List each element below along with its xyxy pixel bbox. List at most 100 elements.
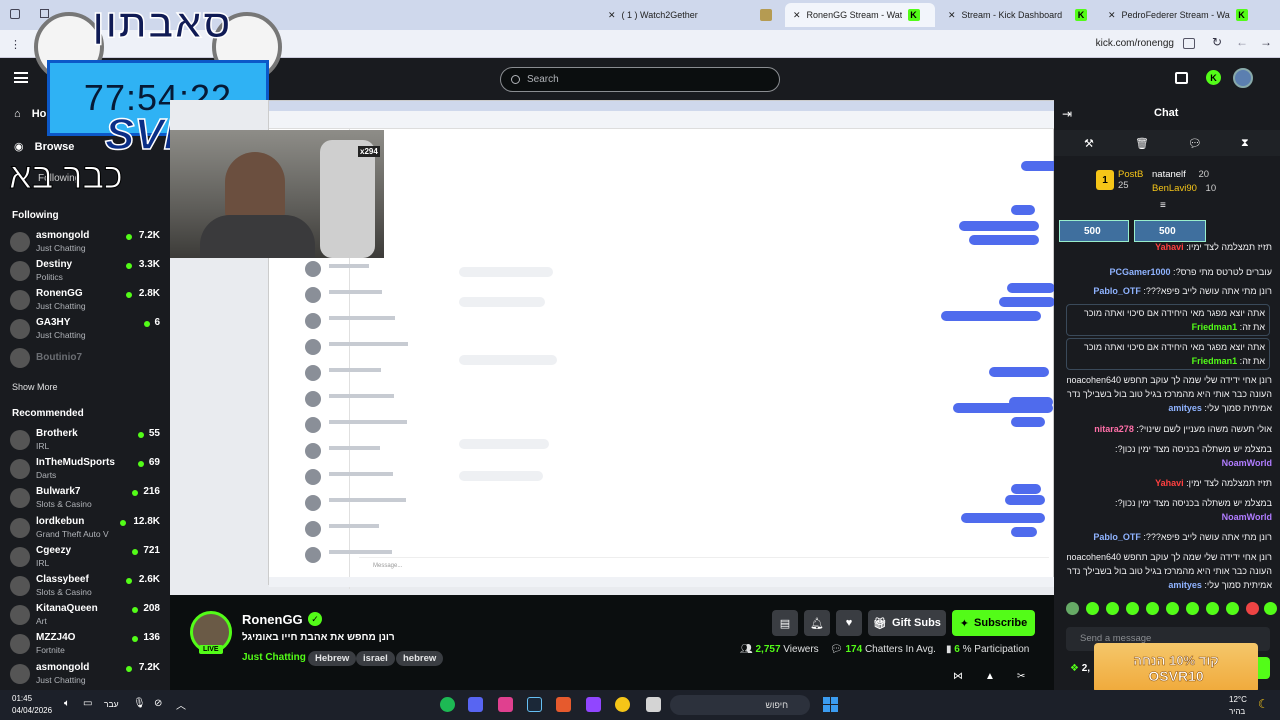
emote-icon[interactable] bbox=[1126, 602, 1139, 615]
gift-pin-1[interactable]: 500 bbox=[1059, 220, 1129, 242]
following-item[interactable]: asmongold Just Chatting 7.2K bbox=[10, 228, 162, 258]
expand-leaders-icon[interactable]: ≡ bbox=[1160, 200, 1166, 211]
discord-icon[interactable] bbox=[468, 697, 483, 712]
steam-icon[interactable] bbox=[527, 697, 542, 712]
follow-heart-button[interactable]: ♥ bbox=[836, 610, 862, 636]
tray-expand-icon[interactable]: ︿ bbox=[176, 697, 186, 712]
url-text[interactable]: kick.com/ronengg bbox=[1096, 38, 1174, 49]
recommended-item[interactable]: InTheMudSports Darts 69 bbox=[10, 455, 162, 485]
subscribe-button[interactable]: ✦ Subscribe bbox=[952, 610, 1035, 636]
trash-icon[interactable]: 🗑︎ bbox=[1135, 137, 1149, 150]
windows-start-icon[interactable] bbox=[823, 697, 838, 712]
reload-icon[interactable]: ↻ bbox=[1212, 35, 1222, 49]
recommended-item[interactable]: asmongold Just Chatting 7.2K bbox=[10, 660, 162, 690]
theatre-mode-button[interactable]: ▤ bbox=[772, 610, 798, 636]
volume-icon[interactable]: 🔈︎ bbox=[64, 698, 70, 709]
chat-username[interactable]: Yahavi bbox=[1155, 242, 1184, 250]
browse-link[interactable]: ◉ Browse bbox=[14, 140, 74, 153]
chat-username[interactable]: Friedman1 bbox=[1192, 322, 1238, 332]
collapse-chat-icon[interactable]: ⇥ bbox=[1062, 107, 1072, 121]
tab-kick-dashboard[interactable]: ✕ Stream - Kick Dashboard K bbox=[940, 3, 1095, 27]
tag-hebrew[interactable]: Hebrew bbox=[308, 651, 357, 666]
forward-icon[interactable]: → bbox=[1260, 35, 1272, 49]
menu-icon[interactable]: ⋮ bbox=[10, 38, 21, 51]
back-icon[interactable]: ← bbox=[1236, 35, 1248, 49]
recommended-item[interactable]: lordkebun Grand Theft Auto V 12.8K bbox=[10, 514, 162, 544]
close-icon[interactable]: ✕ bbox=[608, 10, 616, 21]
chat-message[interactable]: אתה יוצא מפגר מאי היחידה אם סיכוי ואתה מ… bbox=[1066, 304, 1270, 336]
category-link[interactable]: Just Chatting bbox=[242, 652, 306, 663]
gift-pin-2[interactable]: 500 bbox=[1134, 220, 1206, 242]
chat-message[interactable]: רונן אחי ידידה שלי שמה לך עוקב תחפש noac… bbox=[1066, 373, 1272, 419]
user-avatar[interactable] bbox=[1233, 68, 1253, 88]
following-item[interactable]: Destiny Politics 3.3K bbox=[10, 257, 162, 287]
channel-name[interactable]: RonenGG bbox=[242, 612, 303, 627]
chat-username[interactable]: NoamWorld bbox=[1222, 512, 1272, 522]
spotify-icon[interactable] bbox=[440, 697, 455, 712]
notification-bell-button[interactable]: 🔔︎ bbox=[804, 610, 830, 636]
recommended-item[interactable]: KitanaQueen Art 208 bbox=[10, 601, 162, 631]
search-box[interactable]: חיפוש bbox=[670, 695, 810, 715]
gift-subs-button[interactable]: 🎁︎ Gift Subs bbox=[868, 610, 946, 636]
emote-icon[interactable] bbox=[1166, 602, 1179, 615]
report-icon[interactable]: ▲ bbox=[985, 671, 995, 682]
hamburger-menu-icon[interactable] bbox=[14, 72, 28, 83]
following-item[interactable]: Boutinio7 bbox=[10, 344, 162, 374]
hammer-icon[interactable]: ⚒ bbox=[1084, 137, 1094, 150]
file-explorer-icon[interactable] bbox=[646, 697, 661, 712]
recommended-item[interactable]: Cgeezy IRL 721 bbox=[10, 543, 162, 573]
share-icon[interactable]: ⋈ bbox=[953, 671, 963, 682]
recommended-item[interactable]: Brotherk IRL 55 bbox=[10, 426, 162, 456]
tab-actions-icon[interactable] bbox=[40, 9, 49, 18]
clip-icon[interactable]: ✂ bbox=[1017, 671, 1025, 682]
chat-username[interactable]: Friedman1 bbox=[1192, 356, 1238, 366]
tag-israel[interactable]: israel bbox=[356, 651, 395, 666]
video-player[interactable]: Message... x294 bbox=[170, 100, 1081, 595]
wifi-icon[interactable]: ▭ bbox=[83, 698, 92, 709]
chat-message[interactable]: אולי תעשה משהו מעניין לשם שינוי?: nitara… bbox=[1066, 422, 1272, 436]
app-pink-icon[interactable] bbox=[498, 697, 513, 712]
chat-username[interactable]: Pablo_OTF bbox=[1093, 286, 1141, 296]
recommended-item[interactable]: Bulwark7 Slots & Casino 216 bbox=[10, 484, 162, 514]
emote-icon[interactable] bbox=[1106, 602, 1119, 615]
kick-k-icon[interactable]: K bbox=[1206, 70, 1221, 85]
tab-watch2gether[interactable]: ✕ ( 1 ) Watch2Gether bbox=[600, 3, 780, 27]
emote-icon[interactable] bbox=[1264, 602, 1277, 615]
chat-message[interactable]: תזיז תמצלמה לצד ימין: Yahavi bbox=[1066, 240, 1272, 250]
chat-message[interactable]: תזיז תמצלמה לצד ימין: Yahavi bbox=[1066, 476, 1272, 490]
chat-message[interactable]: במצלמ יש משתלה בכניסה מצד ימין נכון?: No… bbox=[1066, 496, 1272, 524]
slow-mode-icon[interactable]: ⧗ bbox=[1241, 137, 1249, 150]
following-item[interactable]: GA3HY Just Chatting 6 bbox=[10, 315, 162, 345]
chrome-icon[interactable] bbox=[615, 697, 630, 712]
chat-message[interactable]: רונן אחי ידידה שלי שמה לך עוקב תחפש noac… bbox=[1066, 550, 1272, 596]
tab-search-icon[interactable] bbox=[1183, 38, 1195, 49]
following-item[interactable]: RonenGG Just Chatting 2.8K bbox=[10, 286, 162, 316]
chat-mode-icon[interactable]: 💬︎ bbox=[1188, 137, 1202, 150]
tag-hebrew-lower[interactable]: hebrew bbox=[396, 651, 444, 666]
chat-message[interactable]: רונן מתי אתה עושה לייב פיפא???: Pablo_OT… bbox=[1066, 530, 1272, 544]
mic-icon[interactable]: 🎙︎ bbox=[133, 698, 146, 709]
close-icon[interactable]: ✕ bbox=[793, 10, 801, 21]
chat-username[interactable]: amityes bbox=[1168, 580, 1202, 590]
emote-icon[interactable] bbox=[1246, 602, 1259, 615]
emote-icon[interactable] bbox=[1186, 602, 1199, 615]
chat-message[interactable]: במצלמ יש משתלה בכניסה מצד ימין נכון?: No… bbox=[1066, 442, 1272, 470]
chat-username[interactable]: Yahavi bbox=[1155, 478, 1184, 488]
chat-message[interactable]: עוברים לטרטס מתי פרס?: PCGamer1000 bbox=[1066, 265, 1273, 279]
emote-icon[interactable] bbox=[1206, 602, 1219, 615]
emote-icon[interactable] bbox=[1086, 602, 1099, 615]
app-purple-icon[interactable] bbox=[586, 697, 601, 712]
tab-pedrofederer[interactable]: ✕ PedroFederer Stream - Watch L K bbox=[1100, 3, 1260, 27]
chat-username[interactable]: NoamWorld bbox=[1222, 458, 1272, 468]
chat-message[interactable]: רונן מתי אתה עושה לייב פיפא???: Pablo_OT… bbox=[1066, 284, 1272, 298]
window-back-icon[interactable] bbox=[10, 9, 20, 19]
chat-message[interactable]: אתה יוצא מפגר מאי היחידה אם סיכוי ואתה מ… bbox=[1066, 338, 1270, 370]
show-more-link[interactable]: Show More bbox=[12, 382, 58, 392]
close-icon[interactable]: ✕ bbox=[1108, 10, 1116, 21]
chat-username[interactable]: PCGamer1000 bbox=[1110, 267, 1171, 277]
emote-icon[interactable] bbox=[1066, 602, 1079, 615]
search-input[interactable]: Search bbox=[500, 67, 780, 92]
library-icon[interactable] bbox=[1175, 72, 1188, 84]
recommended-item[interactable]: Classybeef Slots & Casino 2.6K bbox=[10, 572, 162, 602]
emote-icon[interactable] bbox=[1226, 602, 1239, 615]
